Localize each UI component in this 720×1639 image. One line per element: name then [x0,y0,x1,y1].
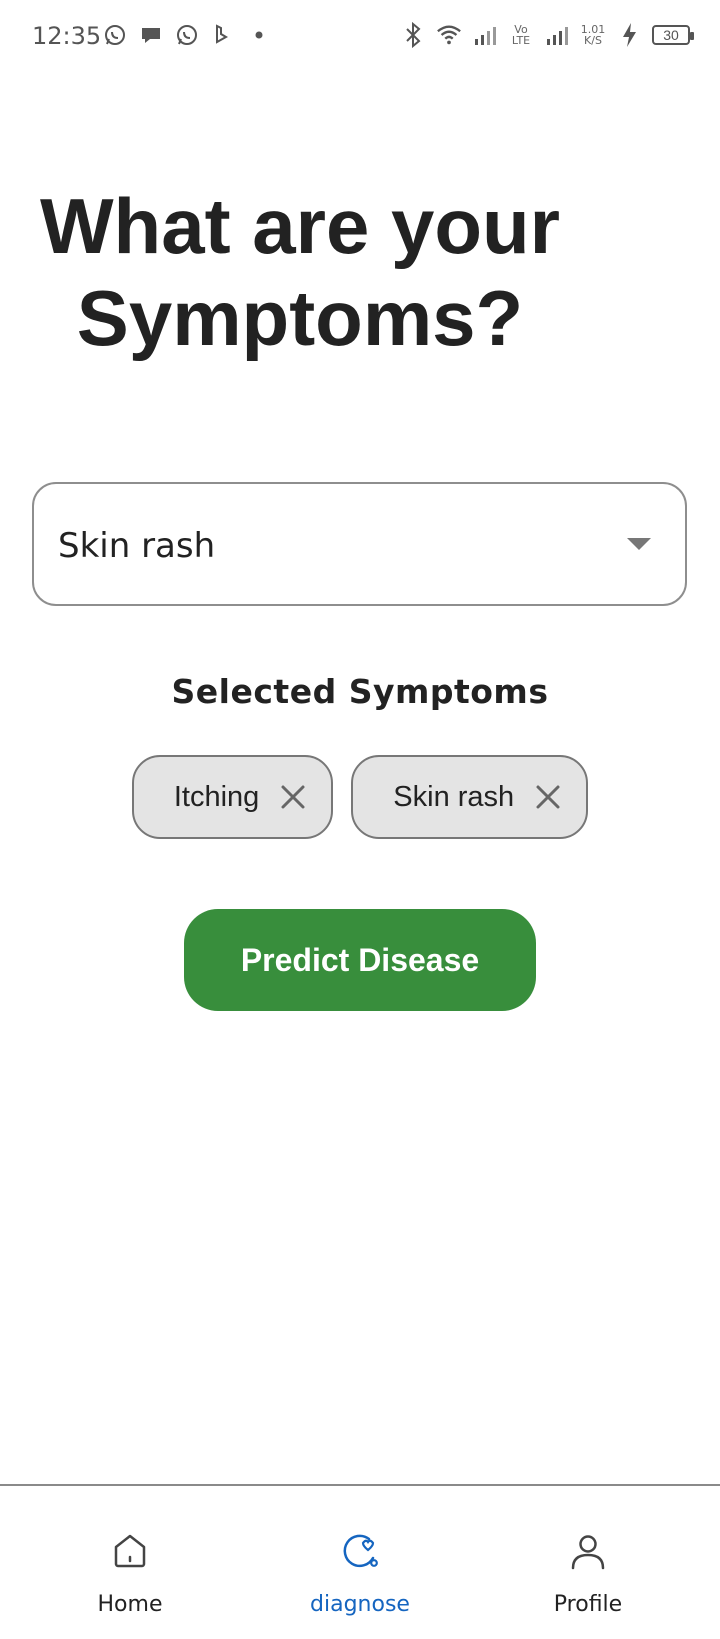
volte-indicator: Vo LTE [508,20,534,50]
nav-item-diagnose[interactable]: diagnose [260,1526,460,1617]
charging-icon [616,20,642,50]
battery-icon: 30 [652,25,694,45]
symptom-chip[interactable]: Skin rash [351,755,589,839]
wifi-icon [436,20,462,50]
symptom-chip[interactable]: Itching [131,755,334,839]
nav-item-home[interactable]: Home [30,1526,230,1617]
bing-icon [210,20,236,50]
signal-icon [544,20,570,50]
status-time: 12:35 [32,22,102,50]
nav-label-diagnose: diagnose [310,1592,410,1617]
person-icon [488,1526,688,1576]
nav-item-profile[interactable]: Profile [488,1526,688,1617]
status-bar: 12:35 Vo LTE 1.01 K/S 30 [0,0,720,72]
bottom-nav: Home diagnose Profile [0,1484,720,1639]
predict-disease-button[interactable]: Predict Disease [184,909,536,1011]
network-speed-unit: K/S [584,34,602,47]
message-icon [138,20,164,50]
page-title: What are your Symptoms? [39,182,561,362]
notification-icons [102,20,272,50]
dropdown-selected-value: Skin rash [58,526,216,566]
whatsapp-icon [174,20,200,50]
diagnose-icon [260,1526,460,1576]
bluetooth-icon [400,20,426,50]
dropdown-arrow-icon [627,538,651,550]
close-icon[interactable] [532,781,564,813]
nav-label-profile: Profile [553,1592,623,1617]
network-speed: 1.01 K/S [580,20,606,50]
symptom-dropdown[interactable]: Skin rash [32,482,687,606]
signal-icon [472,20,498,50]
nav-label-home: Home [97,1592,163,1617]
home-icon [30,1526,230,1576]
symptom-chip-label: Skin rash [393,780,515,813]
selected-symptoms-heading: Selected Symptoms [171,672,549,711]
volte-bottom: LTE [511,34,531,47]
dot-icon [246,20,272,50]
selected-symptoms-chips: Itching Skin rash [0,755,720,839]
system-icons: Vo LTE 1.01 K/S 30 [400,20,694,50]
close-icon[interactable] [277,781,309,813]
whatsapp-icon [102,20,128,50]
symptom-chip-label: Itching [173,780,260,813]
